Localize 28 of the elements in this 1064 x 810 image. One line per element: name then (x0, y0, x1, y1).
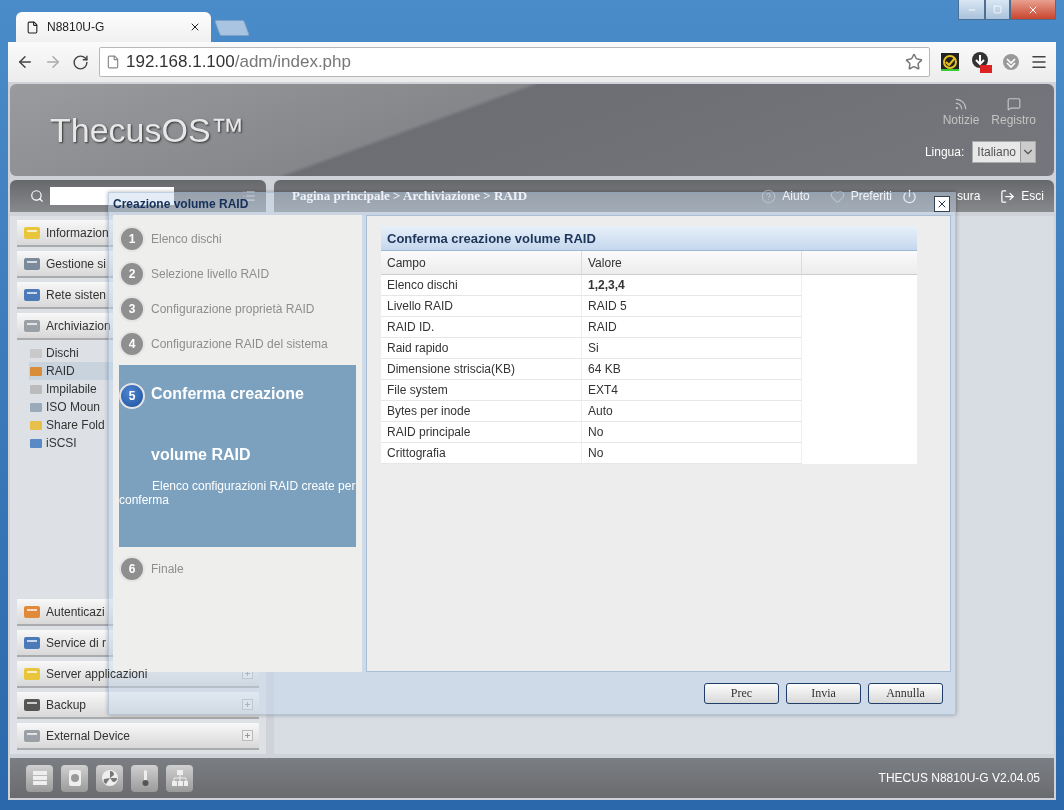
table-cell: 1,2,3,4 (582, 275, 802, 296)
table-cell: Crittografia (381, 443, 582, 464)
step-number: 5 (119, 383, 145, 409)
step-title: Conferma creazione volume RAID (151, 384, 305, 465)
card-title: Conferma creazione volume RAID (381, 226, 917, 251)
table-cell: 64 KB (582, 359, 802, 380)
table-cell: Bytes per inode (381, 401, 582, 422)
table-cell: RAID principale (381, 422, 582, 443)
column-header: Valore (582, 251, 802, 275)
table-cell: Livello RAID (381, 296, 582, 317)
version-label: THECUS N8810U-G V2.04.05 (878, 771, 1040, 785)
table-cell: No (582, 422, 802, 443)
table-cell: Elenco dischi (381, 275, 582, 296)
table-cell: EXT4 (582, 380, 802, 401)
table-cell: No (582, 443, 802, 464)
logo: ThecusOS™ (50, 110, 246, 150)
table-cell: RAID ID. (381, 317, 582, 338)
step-description: Elenco configurazioni RAID create per conferma (119, 479, 356, 507)
table-cell: Si (582, 338, 802, 359)
breadcrumb: Pagina principale > Archiviazione > RAID (292, 188, 529, 204)
table-cell: RAID (582, 317, 802, 338)
table-cell: Raid rapido (381, 338, 582, 359)
column-header: Campo (381, 251, 582, 275)
table-cell: RAID 5 (582, 296, 802, 317)
table-cell: File system (381, 380, 582, 401)
table-cell: Dimensione striscia(KB) (381, 359, 582, 380)
language-label: Lingua: (924, 145, 965, 159)
table-cell: Auto (582, 401, 802, 422)
